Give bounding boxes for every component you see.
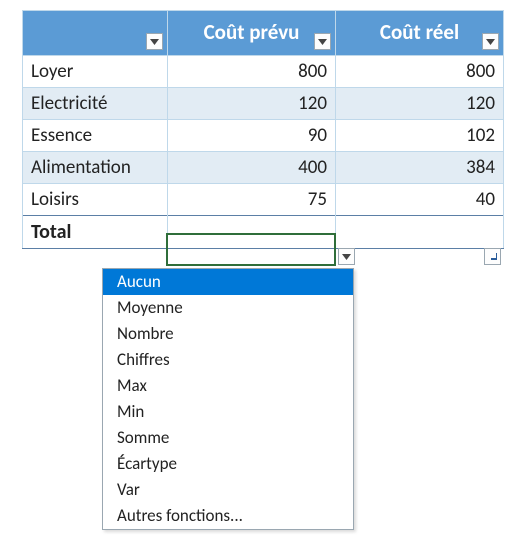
menu-item[interactable]: Écartype — [103, 451, 353, 477]
cell-planned[interactable]: 90 — [168, 120, 336, 152]
header-category[interactable] — [23, 11, 168, 56]
total-row[interactable]: Total — [23, 216, 504, 249]
menu-item[interactable]: Moyenne — [103, 295, 353, 321]
expenses-table: Coût prévu Coût réel Loyer 800 800 — [22, 10, 504, 249]
total-actual-cell[interactable] — [336, 216, 504, 249]
header-row: Coût prévu Coût réel — [23, 11, 504, 56]
cell-planned[interactable]: 800 — [168, 56, 336, 88]
cell-label[interactable]: Essence — [23, 120, 168, 152]
cell-label[interactable]: Electricité — [23, 88, 168, 120]
table-resize-handle-icon[interactable] — [484, 248, 501, 265]
table-row[interactable]: Loisirs 75 40 — [23, 184, 504, 216]
filter-dropdown-icon[interactable] — [482, 33, 499, 50]
cell-label[interactable]: Loisirs — [23, 184, 168, 216]
menu-item[interactable]: Autres fonctions... — [103, 503, 353, 529]
menu-item[interactable]: Chiffres — [103, 347, 353, 373]
header-planned[interactable]: Coût prévu — [168, 11, 336, 56]
cell-planned[interactable]: 400 — [168, 152, 336, 184]
table-row[interactable]: Alimentation 400 384 — [23, 152, 504, 184]
menu-item[interactable]: Aucun — [103, 269, 353, 295]
table-row[interactable]: Essence 90 102 — [23, 120, 504, 152]
menu-item[interactable]: Max — [103, 373, 353, 399]
cell-planned[interactable]: 120 — [168, 88, 336, 120]
header-actual[interactable]: Coût réel — [336, 11, 504, 56]
cell-actual[interactable]: 40 — [336, 184, 504, 216]
menu-item[interactable]: Var — [103, 477, 353, 503]
table-row[interactable]: Electricité 120 120 — [23, 88, 504, 120]
header-planned-label: Coût prévu — [204, 19, 300, 45]
cell-actual[interactable]: 384 — [336, 152, 504, 184]
cell-actual[interactable]: 800 — [336, 56, 504, 88]
cell-actual[interactable]: 120 — [336, 88, 504, 120]
filter-dropdown-icon[interactable] — [314, 33, 331, 50]
table-row[interactable]: Loyer 800 800 — [23, 56, 504, 88]
total-planned-cell[interactable] — [168, 216, 336, 249]
cell-label[interactable]: Loyer — [23, 56, 168, 88]
menu-item[interactable]: Nombre — [103, 321, 353, 347]
cell-planned[interactable]: 75 — [168, 184, 336, 216]
cell-label[interactable]: Alimentation — [23, 152, 168, 184]
subtotal-function-menu[interactable]: Aucun Moyenne Nombre Chiffres Max Min So… — [102, 268, 354, 530]
spreadsheet-area: Coût prévu Coût réel Loyer 800 800 — [0, 0, 522, 249]
filter-dropdown-icon[interactable] — [146, 33, 163, 50]
subtotal-function-dropdown[interactable] — [338, 248, 355, 265]
menu-item[interactable]: Min — [103, 399, 353, 425]
header-actual-label: Coût réel — [380, 19, 459, 45]
cell-actual[interactable]: 102 — [336, 120, 504, 152]
menu-item[interactable]: Somme — [103, 425, 353, 451]
total-label[interactable]: Total — [23, 216, 168, 249]
